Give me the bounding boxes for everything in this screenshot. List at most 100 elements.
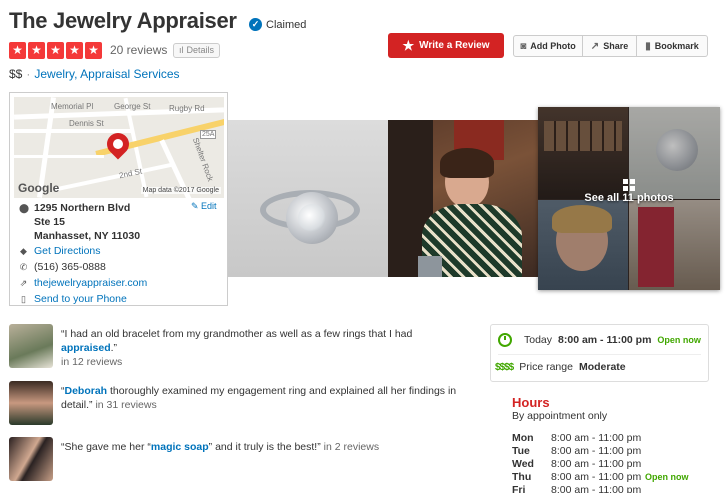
review-snippet: “I had an old bracelet from my grandmoth… [61, 324, 471, 369]
day-hours: 8:00 am - 11:00 pm [551, 484, 642, 493]
star-icon: ★ [66, 42, 83, 59]
reviewer-avatar[interactable] [9, 381, 53, 425]
day-hours: 8:00 am - 11:00 pm [551, 445, 642, 457]
claimed-badge[interactable]: ✓ Claimed [249, 18, 306, 31]
review-text: ” and it truly is the best!” [208, 441, 321, 453]
category-link-jewelry[interactable]: Jewelry, [34, 67, 77, 81]
see-all-photos-link[interactable]: See all 11 photos [538, 192, 720, 204]
hours-row: Wed 8:00 am - 11:00 pm [512, 458, 689, 471]
add-photo-label: Add Photo [530, 41, 576, 51]
review-count-link[interactable]: in 12 reviews [61, 356, 122, 368]
price-range-value[interactable]: Moderate [579, 361, 626, 373]
details-label: Details [186, 45, 215, 55]
day-label: Mon [512, 432, 534, 444]
review-snippet: “Deborah thoroughly examined my engageme… [61, 381, 471, 425]
today-hours: 8:00 am - 11:00 pm [558, 334, 652, 346]
review-text: “She gave me her “ [61, 441, 151, 453]
directions-icon: ◆ [20, 246, 27, 256]
clock-icon [498, 333, 512, 347]
claimed-label: Claimed [266, 18, 307, 31]
review-count-link[interactable]: in 2 reviews [324, 441, 379, 453]
star-icon: ★ [9, 42, 26, 59]
map-label: Dennis St [69, 119, 104, 128]
dollar-icon: $$$$ [495, 361, 514, 373]
address-line-1: 1295 Northern Blvd [34, 202, 131, 214]
hours-row: Fri 8:00 am - 11:00 pm [512, 484, 689, 493]
price-range-row: $$$$ Price range Moderate [495, 361, 626, 373]
star-icon: ★ [28, 42, 45, 59]
photo-gallery-tile[interactable]: See all 11 photos [538, 107, 720, 290]
review-count[interactable]: 20 reviews [110, 43, 167, 57]
review-highlight: “I had an old bracelet from my grandmoth… [9, 324, 471, 369]
map-label: Memorial Pl [51, 102, 94, 111]
add-photo-button[interactable]: ◙ Add Photo [513, 35, 583, 57]
review-text: “I had an old bracelet from my grandmoth… [61, 328, 413, 340]
map-label: 2nd St [118, 166, 143, 181]
review-text: .” [110, 342, 118, 354]
camera-icon: ◙ [520, 40, 527, 52]
hours-row: Mon 8:00 am - 11:00 pm [512, 432, 689, 445]
today-hours-row: Today 8:00 am - 11:00 pm Open now [498, 333, 701, 347]
hours-subtitle: By appointment only [512, 410, 608, 422]
business-info-box: Today 8:00 am - 11:00 pm Open now $$$$ P… [490, 324, 709, 382]
phone-icon: ✆ [19, 262, 28, 272]
hours-row: Tue 8:00 am - 11:00 pm [512, 445, 689, 458]
review-highlight: “Deborah thoroughly examined my engageme… [9, 381, 471, 425]
star-icon: ★ [47, 42, 64, 59]
business-title: The Jewelry Appraiser [9, 8, 237, 33]
hours-table: Mon 8:00 am - 11:00 pm Tue 8:00 am - 11:00… [512, 432, 689, 493]
photo-ring[interactable] [228, 120, 388, 277]
mobile-phone-icon: ▯ [21, 294, 26, 304]
review-keyword-link[interactable]: magic soap [151, 441, 209, 453]
hours-row: Thu 8:00 am - 11:00 pm Open now [512, 471, 689, 484]
address-line-3: Manhasset, NY 11030 [34, 230, 141, 242]
map-label: Shelter Rock [190, 136, 215, 183]
star-icon: ★ [85, 42, 102, 59]
bookmark-label: Bookmark [654, 41, 699, 51]
map-label: George St [114, 102, 151, 111]
map-card: Memorial Pl George St Rugby Rd Dennis St… [9, 92, 228, 306]
review-keyword-link[interactable]: Deborah [65, 385, 108, 397]
star-icon: ★ [402, 37, 415, 53]
hours-heading: Hours [512, 395, 550, 410]
route-shield: 25A [200, 130, 217, 139]
map-label: Rugby Rd [169, 104, 205, 113]
share-button[interactable]: ↗ Share [583, 35, 637, 57]
price-category-line: $$ · Jewelry, Appraisal Services [9, 67, 180, 81]
map-pin-icon: ⬤ [19, 203, 30, 213]
price-range-label: Price range [519, 361, 573, 373]
category-link-appraisal[interactable]: Appraisal Services [80, 67, 179, 81]
open-now-status: Open now [645, 472, 689, 482]
write-review-button[interactable]: ★ Write a Review [388, 33, 504, 58]
separator: · [26, 67, 31, 81]
day-label: Wed [512, 458, 534, 470]
map[interactable]: Memorial Pl George St Rugby Rd Dennis St… [14, 97, 224, 198]
check-circle-icon: ✓ [249, 18, 262, 31]
share-icon: ↗ [590, 40, 600, 52]
day-hours: 8:00 am - 11:00 pm [551, 432, 642, 444]
google-logo: Google [18, 181, 60, 195]
website-link[interactable]: thejewelryappraiser.com [34, 276, 147, 290]
day-hours: 8:00 am - 11:00 pm [551, 458, 642, 470]
review-count-link[interactable]: in 31 reviews [95, 399, 156, 411]
address-line-2: Ste 15 [34, 216, 65, 228]
reviewer-avatar[interactable] [9, 437, 53, 481]
review-keyword-link[interactable]: appraised [61, 342, 111, 354]
bookmark-button[interactable]: ▮ Bookmark [637, 35, 708, 57]
external-link-icon: ⇗ [19, 278, 28, 288]
photo-owner[interactable] [388, 120, 538, 277]
price-level: $$ [9, 67, 23, 81]
send-to-phone-link[interactable]: Send to your Phone [34, 292, 127, 306]
get-directions-link[interactable]: Get Directions [34, 244, 101, 258]
reviewer-avatar[interactable] [9, 324, 53, 368]
map-attribution: Map data ©2017 Google [140, 187, 221, 194]
write-review-label: Write a Review [419, 40, 490, 51]
day-label: Fri [512, 484, 526, 493]
phone-number: (516) 365-0888 [34, 261, 106, 273]
details-button[interactable]: ıl Details [173, 43, 221, 58]
review-snippet: “She gave me her “magic soap” and it tru… [61, 437, 471, 481]
grid-icon [623, 179, 636, 191]
bar-chart-icon: ıl [179, 45, 184, 55]
today-label: Today [524, 334, 553, 346]
open-now-status: Open now [657, 335, 701, 345]
